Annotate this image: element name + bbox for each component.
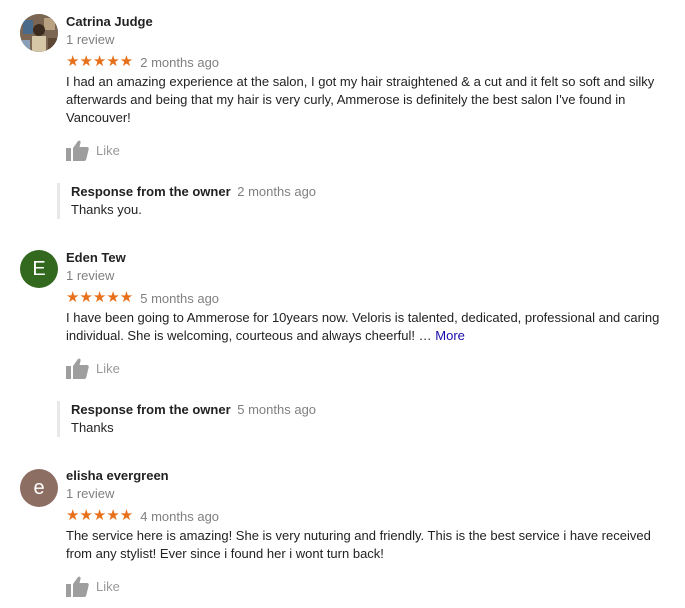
like-label: Like [96,142,120,158]
owner-response-text: Thanks [71,420,114,435]
thumbs-up-icon [66,358,89,379]
like-button[interactable]: Like [66,357,120,379]
star-rating: ★★★★★ [66,507,134,524]
like-button[interactable]: Like [66,139,120,161]
reviewer-name[interactable]: elisha evergreen [66,468,169,483]
star-rating: ★★★★★ [66,53,134,70]
review-text-content: I have been going to Ammerose for 10year… [66,310,660,343]
owner-response-text: Thanks you. [71,202,142,217]
review-date: 5 months ago [140,290,220,306]
owner-response-title: Response from the owner [71,402,231,417]
reviewer-avatar[interactable]: e [20,469,58,507]
review-date: 2 months ago [140,54,220,70]
thumbs-up-icon [66,576,89,597]
owner-response: Response from the owner 5 months ago Tha… [57,401,571,437]
owner-response-title: Response from the owner [71,184,231,199]
like-label: Like [96,360,120,376]
owner-response-date: 2 months ago [237,184,317,199]
owner-response: Response from the owner 2 months ago Tha… [57,183,571,219]
review-count[interactable]: 1 review [66,32,114,47]
like-button[interactable]: Like [66,575,120,597]
star-rating: ★★★★★ [66,289,134,306]
rating-row: ★★★★★ 2 months ago [66,54,219,70]
review-count[interactable]: 1 review [66,268,114,283]
reviewer-name[interactable]: Eden Tew [66,250,126,265]
more-link[interactable]: More [435,328,465,343]
reviewer-name[interactable]: Catrina Judge [66,14,153,29]
review-text: I had an amazing experience at the salon… [66,74,655,125]
review-count[interactable]: 1 review [66,486,114,501]
avatar-letter: E [32,257,46,280]
avatar-letter: e [33,476,45,499]
rating-row: ★★★★★ 4 months ago [66,508,219,524]
avatar-photo-icon [20,14,58,52]
owner-response-date: 5 months ago [237,402,317,417]
thumbs-up-icon [66,140,89,161]
rating-row: ★★★★★ 5 months ago [66,290,219,306]
review-date: 4 months ago [140,508,220,524]
reviewer-avatar[interactable] [20,14,58,52]
review-text: The service here is amazing! She is very… [66,528,651,561]
reviewer-avatar[interactable]: E [20,250,58,288]
like-label: Like [96,578,120,594]
review-text: I have been going to Ammerose for 10year… [66,309,666,345]
